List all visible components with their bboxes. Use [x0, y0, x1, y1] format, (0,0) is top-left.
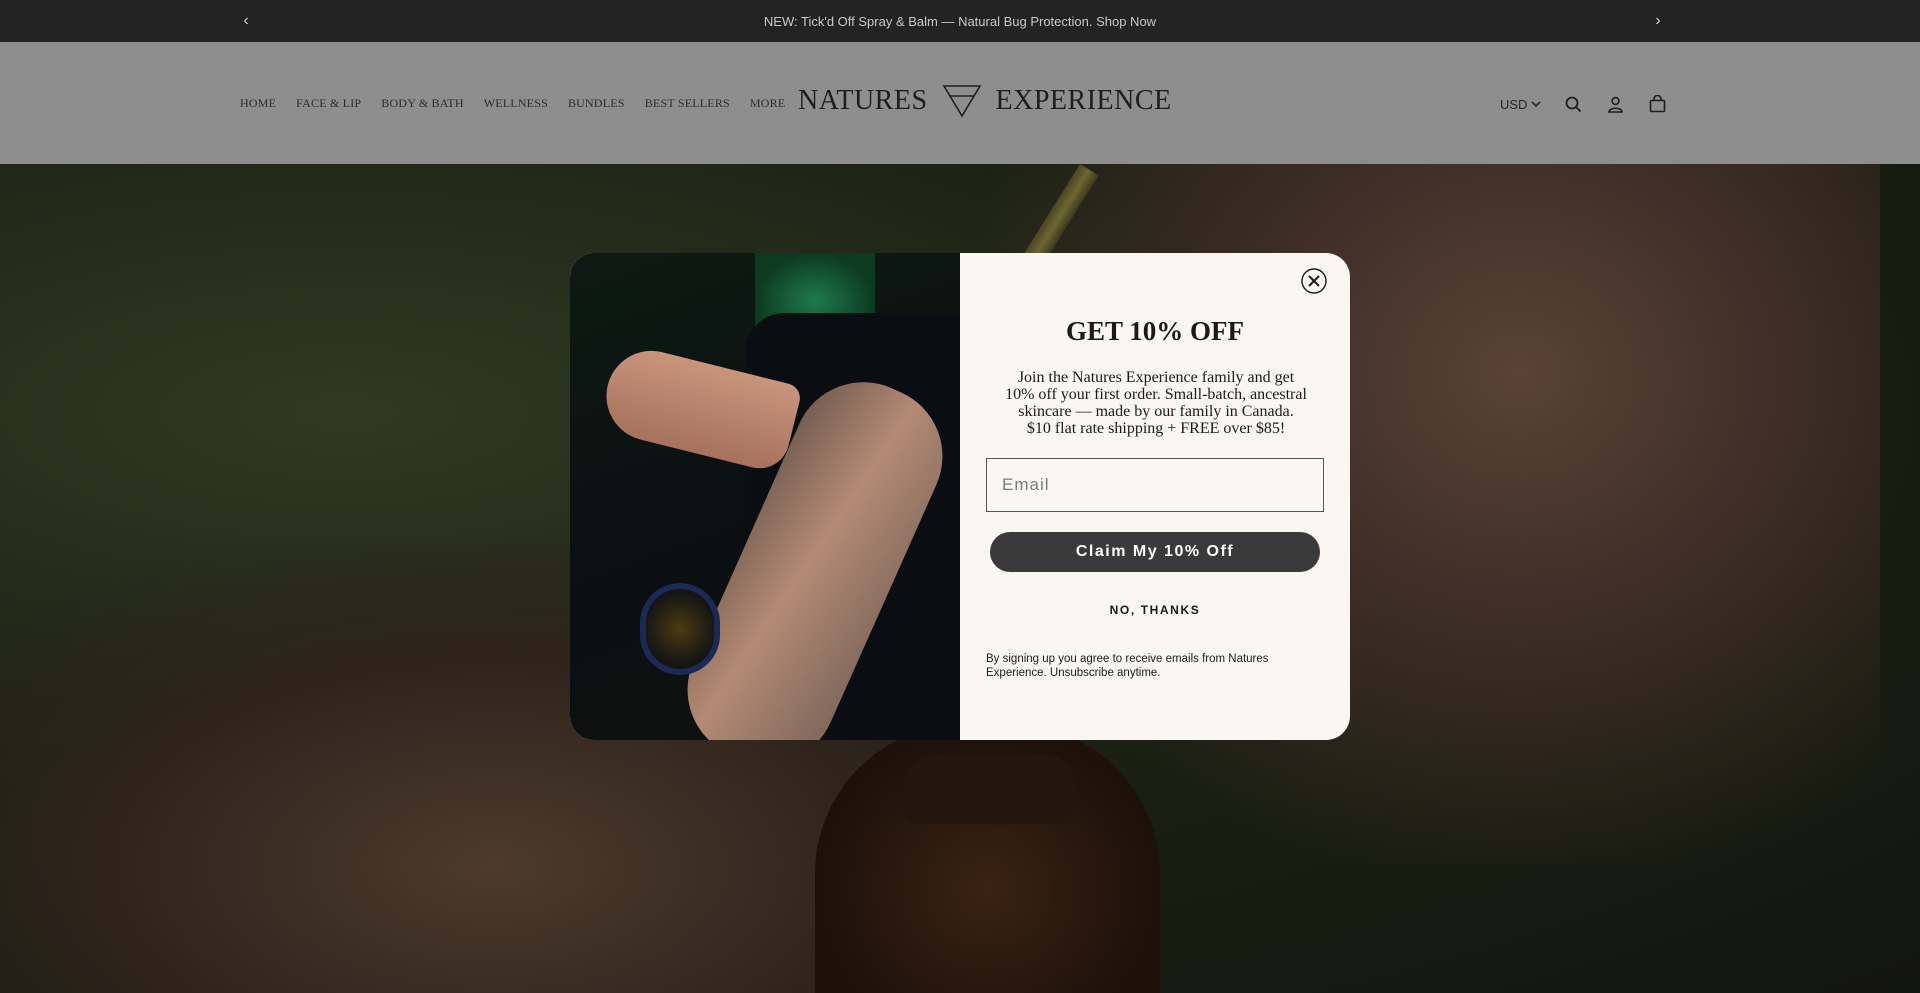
- discount-popup: GET 10% OFF Join the Natures Experience …: [570, 253, 1350, 740]
- nav-more[interactable]: MORE: [750, 96, 785, 111]
- cart-icon[interactable]: [1647, 94, 1667, 114]
- nav-face-lip[interactable]: FACE & LIP: [296, 96, 361, 111]
- nav-wellness[interactable]: WELLNESS: [484, 96, 548, 111]
- header-actions: USD: [1500, 94, 1689, 114]
- popup-desc-line: $10 flat rate shipping + FREE over $85!: [1026, 420, 1286, 437]
- account-icon[interactable]: [1605, 94, 1625, 114]
- popup-content: GET 10% OFF Join the Natures Experience …: [960, 253, 1350, 740]
- email-field[interactable]: [986, 458, 1324, 512]
- search-icon[interactable]: [1563, 94, 1583, 114]
- popup-desc-line: 10% off your first order. Small-batch, a…: [1005, 386, 1307, 403]
- claim-discount-button[interactable]: Claim My 10% Off: [990, 532, 1320, 572]
- popup-image: [570, 253, 960, 740]
- chevron-right-icon[interactable]: ›: [1648, 11, 1668, 31]
- nav-home[interactable]: HOME: [240, 96, 276, 111]
- logo-word-left: NATURES: [798, 85, 928, 116]
- nav-bundles[interactable]: BUNDLES: [568, 96, 625, 111]
- nav-body-bath[interactable]: BODY & BATH: [381, 96, 463, 111]
- popup-fine-print: By signing up you agree to receive email…: [986, 653, 1269, 679]
- site-logo[interactable]: NATURES EXPERIENCE: [798, 84, 1172, 118]
- currency-value: USD: [1500, 96, 1528, 112]
- logo-word-right: EXPERIENCE: [995, 85, 1172, 116]
- nav-best-sellers[interactable]: BEST SELLERS: [645, 96, 730, 111]
- currency-selector[interactable]: USD: [1500, 96, 1542, 112]
- popup-title: GET 10% OFF: [1065, 316, 1245, 346]
- triangle-logo-icon: [942, 85, 981, 118]
- no-thanks-button[interactable]: NO, THANKS: [960, 603, 1350, 617]
- site-header: HOME FACE & LIP BODY & BATH WELLNESS BUN…: [0, 42, 1920, 164]
- close-icon[interactable]: [1300, 267, 1328, 295]
- popup-desc-line: skincare — made by our family in Canada.: [1018, 403, 1294, 420]
- popup-description: Join the Natures Experience family and g…: [988, 369, 1324, 437]
- popup-desc-line: Join the Natures Experience family and g…: [1017, 369, 1295, 386]
- chevron-down-icon: [1531, 101, 1542, 108]
- main-nav: HOME FACE & LIP BODY & BATH WELLNESS BUN…: [240, 96, 805, 111]
- announcement-bar: ‹ NEW: Tick'd Off Spray & Balm — Natural…: [0, 0, 1920, 42]
- chevron-left-icon[interactable]: ‹: [236, 11, 256, 31]
- announcement-text[interactable]: NEW: Tick'd Off Spray & Balm — Natural B…: [764, 14, 1156, 29]
